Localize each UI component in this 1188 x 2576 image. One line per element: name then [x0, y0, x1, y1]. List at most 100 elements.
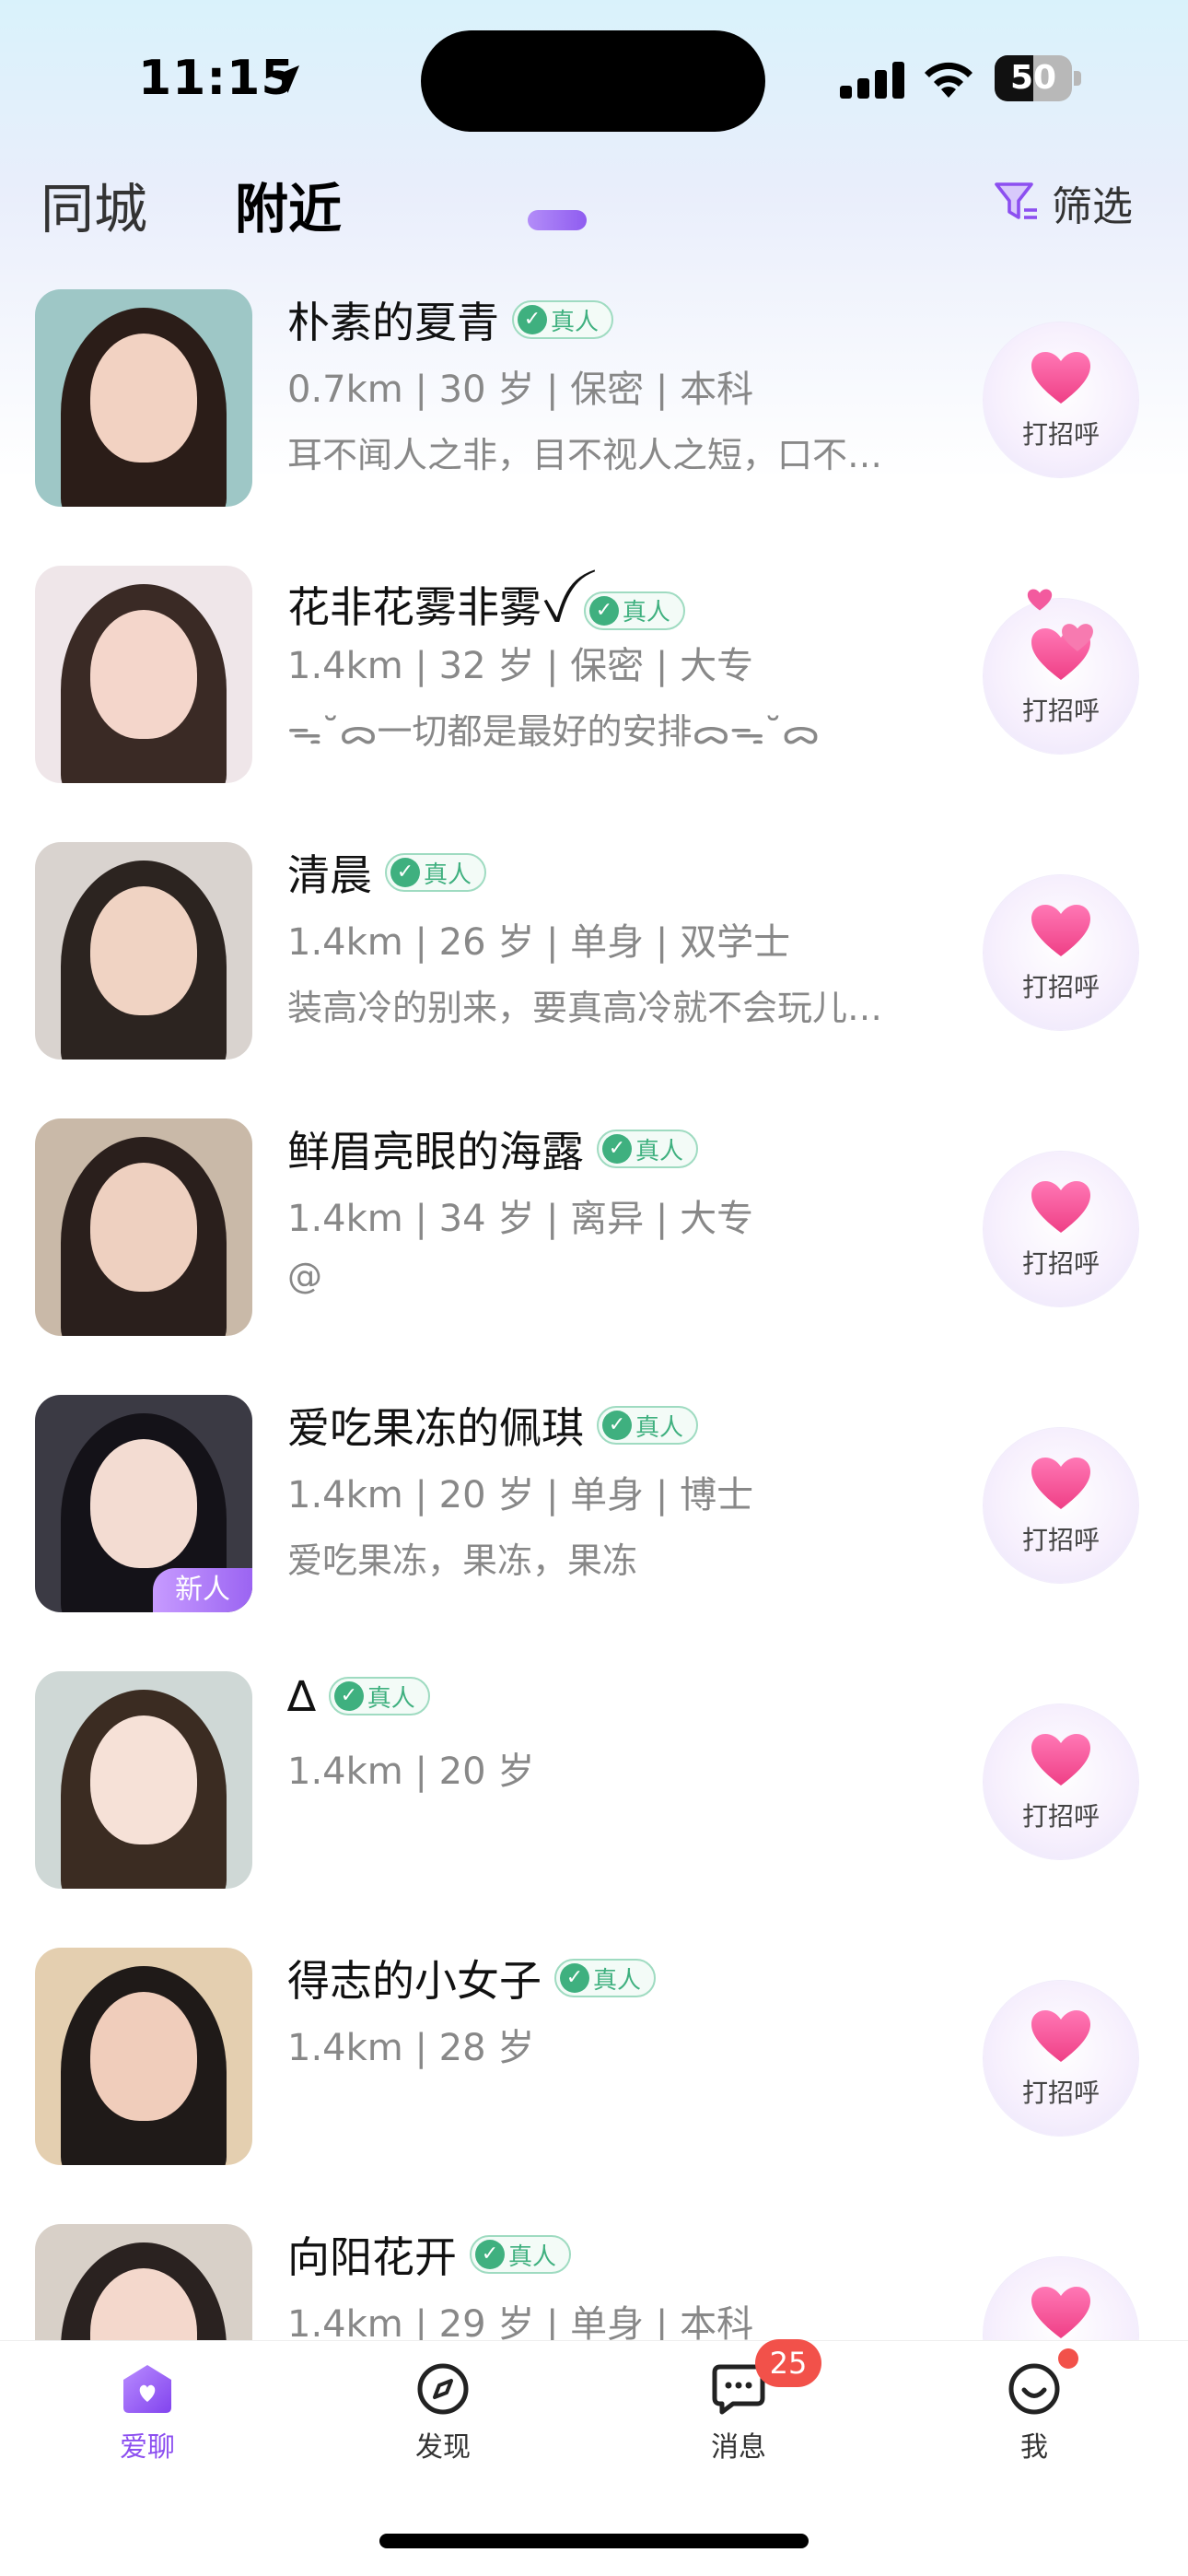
heart-icon	[1031, 1181, 1090, 1233]
avatar[interactable]	[35, 842, 252, 1060]
status-bar: 11:15 50	[0, 0, 1188, 157]
greet-label: 打招呼	[1021, 2078, 1100, 2108]
user-name: 鲜眉亮眼的海露	[287, 1127, 584, 1177]
list-item[interactable]: 得志的小女子 ✓ 真人 1.4km | 28 岁打招呼	[0, 1935, 1188, 2211]
list-item[interactable]: 向阳花开 ✓真人 1.4km | 29 岁 | 单身 | 本科 打招呼	[0, 2211, 1188, 2340]
verified-check-icon: ✓	[560, 1963, 589, 1993]
verified-label: 真人	[635, 1413, 684, 1442]
avatar[interactable]	[35, 566, 252, 783]
greet-label: 打招呼	[1021, 696, 1100, 726]
me-notification-dot	[1058, 2348, 1078, 2369]
name-line: 得志的小女子 ✓ 真人	[287, 1948, 657, 2008]
battery-level: 50	[1009, 59, 1057, 97]
dynamic-island	[421, 30, 765, 132]
avatar[interactable]	[35, 1118, 252, 1336]
heart-icon	[1031, 2287, 1090, 2338]
verified-label: 真人	[593, 1966, 642, 1995]
user-name: ∆	[287, 1671, 316, 1721]
user-meta: 1.4km | 32 岁 | 保密 | 大专	[287, 645, 754, 687]
list-item[interactable]: 朴素的夏青 ✓ 真人 0.7km | 30 岁 | 保密 | 本科耳不闻人之非，目不视…	[0, 276, 1188, 553]
verified-badge: ✓ 真人	[554, 1959, 657, 1997]
user-meta: 0.7km | 30 岁 | 保密 | 本科	[287, 369, 754, 411]
greet-button[interactable]: 打招呼	[984, 1981, 1138, 2136]
filter-funnel-icon	[995, 182, 1037, 219]
heart-icon	[1031, 905, 1090, 956]
floating-heart-icon	[1027, 589, 1053, 611]
user-name: 向阳花开	[287, 2232, 457, 2282]
new-user-badge: 新人	[153, 1568, 252, 1612]
list-item[interactable]: 鲜眉亮眼的海露 ✓ 真人 1.4km | 34 岁 | 离异 | 大专 @ 打招呼	[0, 1106, 1188, 1382]
verified-check-icon: ✓	[518, 305, 547, 334]
greet-label: 打招呼	[1021, 972, 1100, 1002]
name-line: 爱吃果冻的佩琪 ✓ 真人	[287, 1395, 699, 1456]
user-bio: 爱吃果冻，果冻，果冻	[287, 1540, 638, 1581]
verified-check-icon: ✓	[602, 1411, 632, 1440]
nav-item-messages[interactable]: 25 消息	[665, 2339, 821, 2465]
user-meta: 1.4km | 20 岁	[287, 1751, 535, 1793]
tab-same-city[interactable]: 同城	[41, 166, 147, 243]
list-item[interactable]: 新人 爱吃果冻的佩琪 ✓ 真人 1.4km | 20 岁 | 单身 | 博士 爱吃果冻，果…	[0, 1382, 1188, 1658]
verified-badge: ✓ 真人	[512, 300, 614, 339]
nav-label-me: 我	[1020, 2431, 1048, 2464]
verified-label: 真人	[424, 861, 472, 889]
list-item[interactable]: 花非花雾非雾ꪜ ✓ 真人 1.4km | 32 岁 | 保密 | 大专 ᯓ˘̆ᯅ一切都是…	[0, 553, 1188, 829]
tab-nearby-label: 附近	[235, 178, 343, 240]
home-heart-icon	[123, 2365, 171, 2413]
filter-button[interactable]: 筛选	[991, 173, 1133, 232]
nav-item-discover[interactable]: 发现	[369, 2359, 517, 2465]
name-line: 朴素的夏青 ✓ 真人	[287, 289, 614, 350]
user-bio: @	[287, 1256, 322, 1296]
floating-heart-icon	[1062, 624, 1093, 651]
greet-label: 打招呼	[1021, 419, 1100, 450]
nav-label-messages: 消息	[711, 2431, 766, 2464]
greet-button[interactable]: 打招呼	[984, 1428, 1138, 1583]
tab-active-indicator	[528, 210, 587, 230]
verified-badge: ✓ 真人	[328, 1677, 430, 1715]
user-meta: 1.4km | 20 岁 | 单身 | 博士	[287, 1474, 754, 1516]
location-arrow-icon	[272, 65, 299, 93]
nav-label-discover: 发现	[415, 2431, 471, 2464]
heart-icon	[1031, 352, 1090, 404]
verified-badge: ✓ 真人	[597, 1406, 699, 1445]
verified-badge: ✓ 真人	[597, 1130, 699, 1168]
smile-face-icon	[1008, 2363, 1060, 2415]
avatar[interactable]	[35, 1948, 252, 2165]
avatar[interactable]	[35, 1671, 252, 1889]
verified-label: 真人	[551, 308, 600, 336]
user-name: 朴素的夏青	[287, 298, 499, 347]
avatar[interactable]	[35, 289, 252, 507]
greet-button[interactable]: 打招呼	[984, 875, 1138, 1030]
home-indicator	[379, 2534, 809, 2548]
verified-badge: ✓ 真人	[385, 853, 487, 892]
name-line: 鲜眉亮眼的海露 ✓ 真人	[287, 1118, 699, 1179]
name-line: 向阳花开 ✓ 真人	[287, 2224, 572, 2285]
greet-button[interactable]: 打招呼	[984, 322, 1138, 477]
verified-label: 真人	[508, 2242, 557, 2271]
greet-button[interactable]: 打招呼	[984, 1152, 1138, 1306]
avatar[interactable]: 新人	[35, 1395, 252, 1612]
avatar[interactable]	[35, 2224, 252, 2340]
heart-icon	[1031, 1458, 1090, 1509]
nav-item-aichat[interactable]: 爱聊	[74, 2359, 221, 2465]
list-item[interactable]: ∆ ✓ 真人 1.4km | 20 岁打招呼	[0, 1658, 1188, 1935]
top-tabs: 同城 附近 筛选	[0, 166, 1188, 249]
user-name: 清晨	[287, 850, 372, 900]
user-bio: ᯓ˘̆ᯅ一切都是最好的安排ᯅᯓ˘̆ᯅ	[287, 711, 821, 752]
greet-button[interactable]: 打招呼	[984, 2257, 1138, 2340]
user-meta: 1.4km | 29 岁 | 单身 | 本科	[287, 2303, 754, 2340]
wifi-icon	[925, 62, 973, 98]
verified-label: 真人	[635, 1137, 684, 1165]
greet-label: 打招呼	[1021, 1248, 1100, 1279]
name-line: 清晨 ✓ 真人	[287, 842, 487, 903]
verified-badge: ✓ 真人	[583, 591, 685, 630]
user-bio: 耳不闻人之非，目不视人之短，口不…	[287, 435, 883, 475]
greet-button[interactable]: 打招呼	[984, 1704, 1138, 1859]
greet-label: 打招呼	[1021, 1801, 1100, 1832]
list-item[interactable]: 清晨 ✓ 真人 1.4km | 26 岁 | 单身 | 双学士 装高冷的别来，要真高冷就…	[0, 829, 1188, 1106]
nav-item-me[interactable]: 我	[961, 2348, 1108, 2465]
filter-label: 筛选	[1052, 183, 1133, 230]
tab-nearby[interactable]: 附近	[235, 166, 587, 243]
heart-icon	[1031, 1734, 1090, 1786]
user-meta: 1.4km | 26 岁 | 单身 | 双学士	[287, 921, 791, 964]
verified-check-icon: ✓	[602, 1134, 632, 1164]
